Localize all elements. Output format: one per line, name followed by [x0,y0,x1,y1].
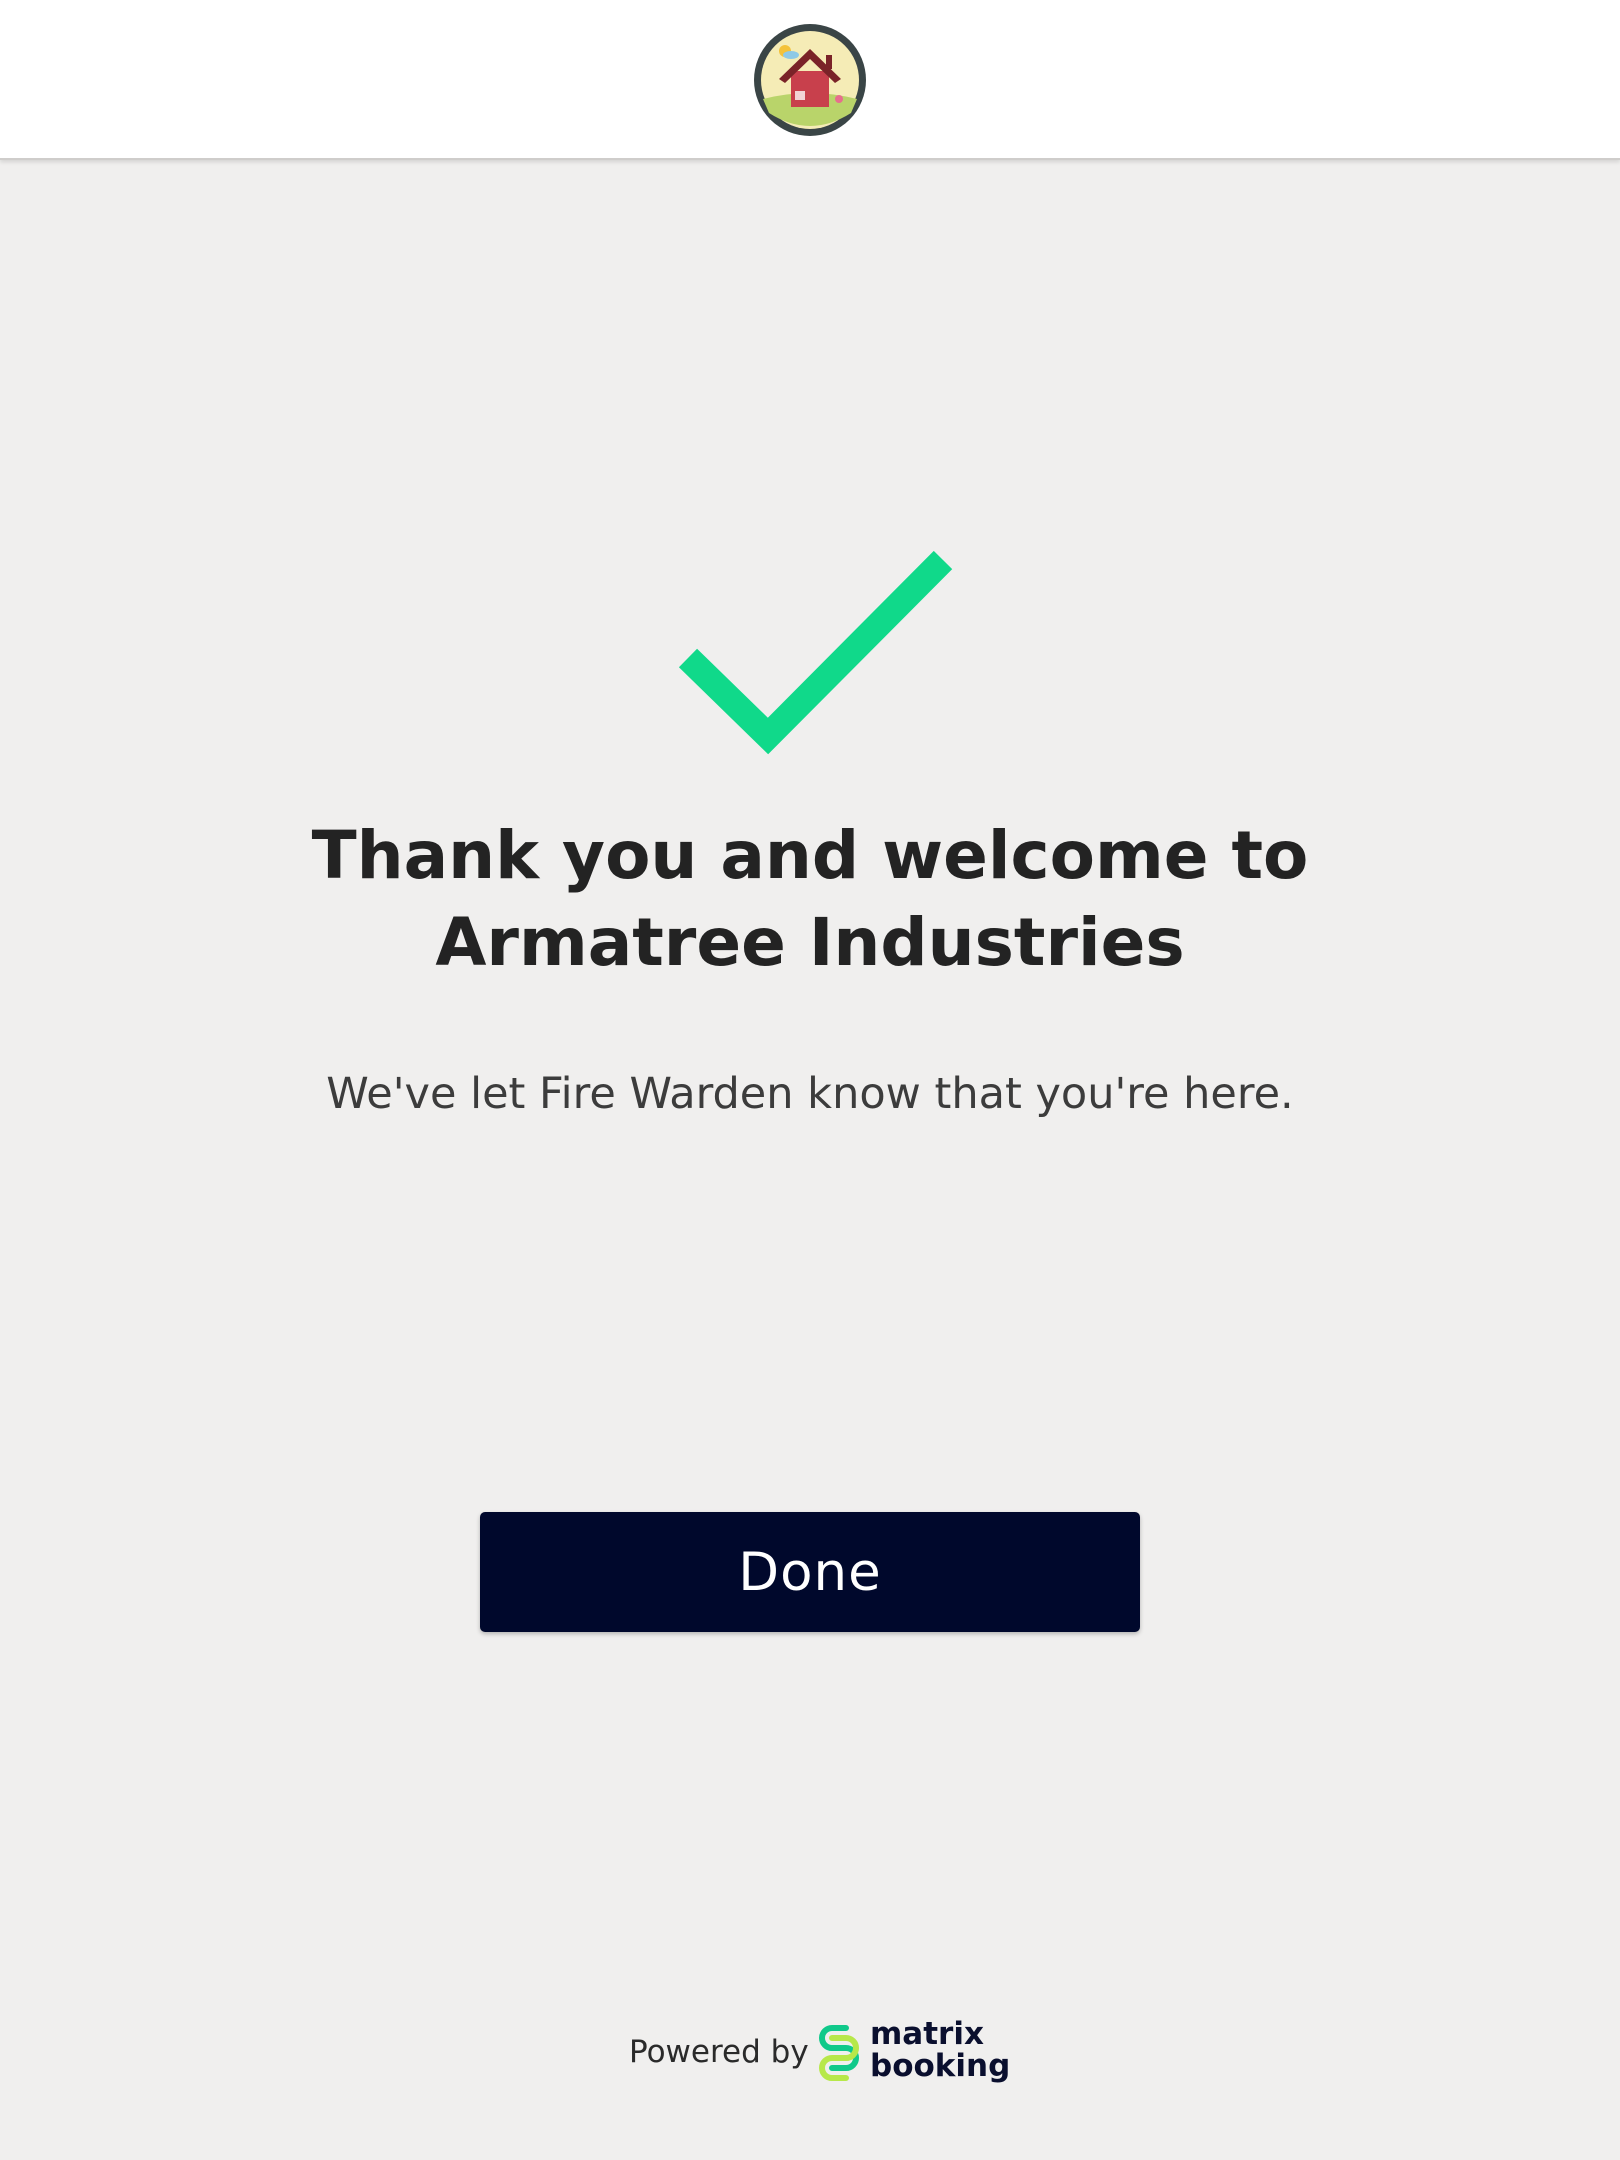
brand-line-1: matrix [870,2016,984,2052]
confirmation-message: We've let Fire Warden know that you're h… [326,1069,1294,1119]
confirmation-title: Thank you and welcome to Armatree Indust… [110,812,1510,986]
checkmark-icon [678,550,953,755]
house-logo-icon [754,24,866,136]
app-header [0,0,1620,160]
powered-by-label: Powered by [629,2034,809,2070]
title-line-2: Armatree Industries [435,904,1185,981]
matrix-booking-logo-icon [819,2025,859,2081]
brand-line-2: booking [870,2048,1011,2084]
matrix-booking-wordmark: matrix booking [870,2018,1010,2082]
done-button[interactable]: Done [480,1512,1140,1632]
title-line-1: Thank you and welcome to [311,817,1309,894]
footer: Powered by matrix booking [0,2012,1620,2092]
